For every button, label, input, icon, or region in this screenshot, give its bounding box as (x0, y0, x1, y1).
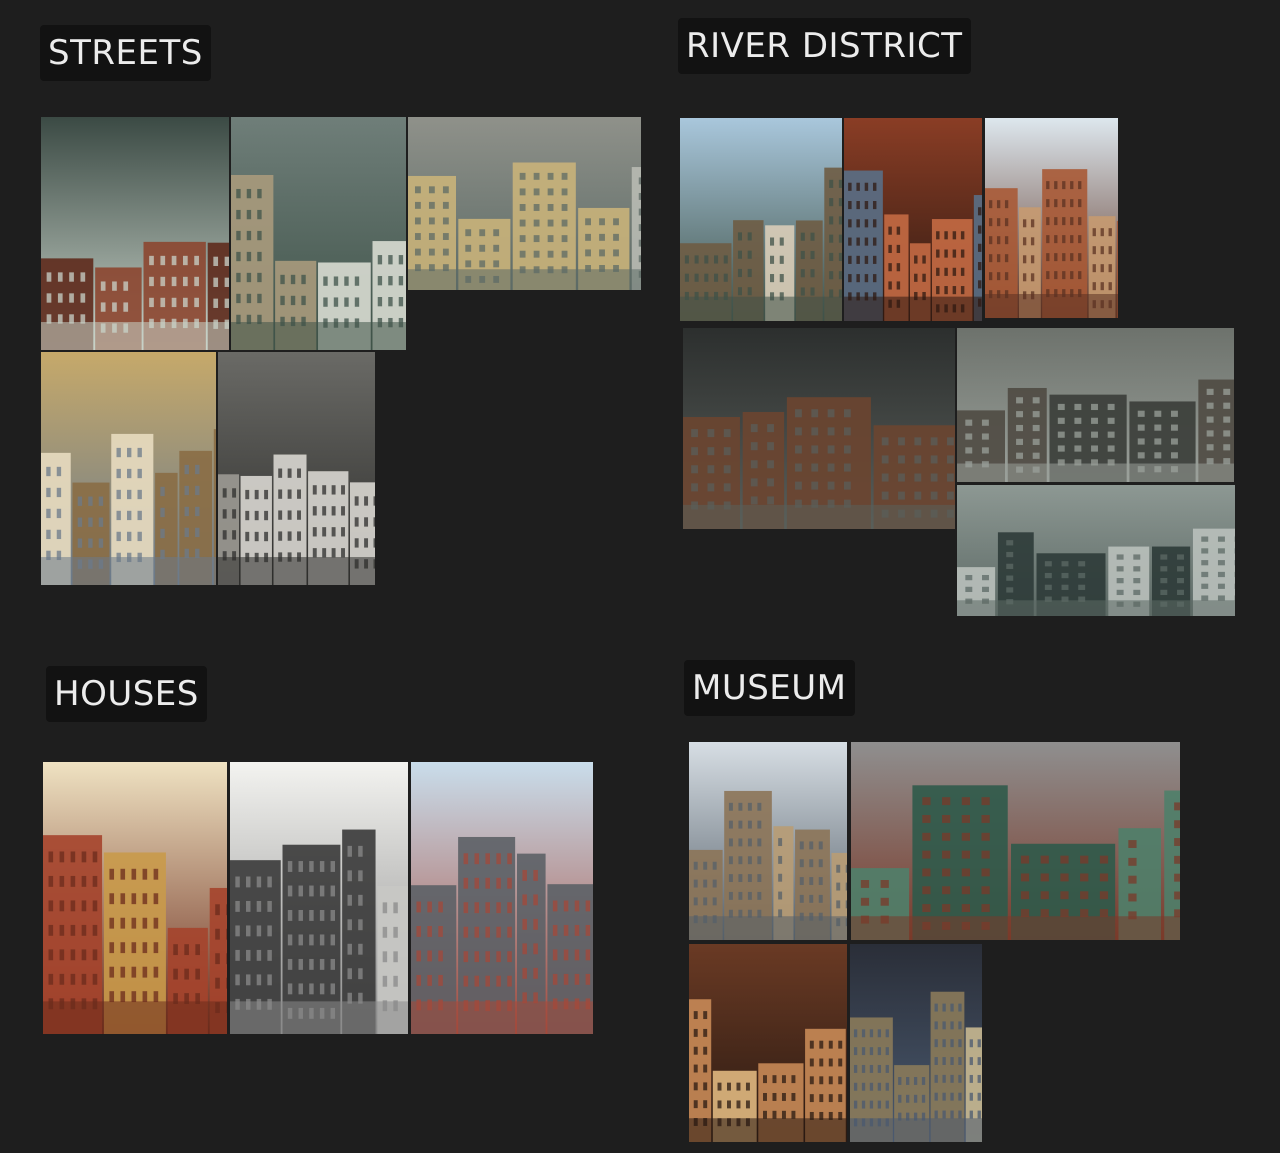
red-brick-canal-reflection-photo-icon (844, 118, 982, 321)
seine-riverside-buildings-photo-icon (680, 118, 842, 321)
tram-bridge-street-painting-icon (408, 117, 641, 290)
river-district-image-1[interactable] (680, 118, 842, 321)
streets-image-1[interactable] (41, 117, 229, 350)
parisian-corner-building-painting-icon (231, 117, 406, 350)
museum-image-2[interactable] (851, 742, 1180, 940)
section-title-museum[interactable]: MUSEUM (684, 660, 855, 716)
river-district-image-2[interactable] (844, 118, 982, 321)
section-title-river-district[interactable]: RIVER DISTRICT (678, 18, 971, 74)
industrial-canal-smokestack-render-icon (957, 328, 1234, 482)
streets-image-3[interactable] (408, 117, 641, 290)
natural-history-hall-interior-photo-icon (689, 944, 847, 1142)
ruined-brick-tower-photo-icon (985, 118, 1118, 318)
museum-image-3[interactable] (689, 944, 847, 1142)
orsay-museum-riverside-photo-icon (689, 742, 847, 940)
river-district-image-4[interactable] (683, 328, 955, 529)
houses-image-1[interactable] (43, 762, 227, 1034)
streets-image-2[interactable] (231, 117, 406, 350)
section-title-houses[interactable]: HOUSES (46, 666, 207, 722)
streets-image-4[interactable] (41, 352, 216, 585)
brick-mansard-facade-photo-icon (411, 762, 593, 1034)
ink-house-plan-engraving-icon (230, 762, 408, 1034)
museum-image-4[interactable] (850, 944, 982, 1142)
vintage-street-photo-with-cars-icon (218, 352, 375, 585)
gothic-canal-street-painting-icon (41, 117, 229, 350)
brick-townhouse-elevation-drawing-icon (43, 762, 227, 1034)
green-domed-museum-model-icon (851, 742, 1180, 940)
museum-image-1[interactable] (689, 742, 847, 940)
houses-image-3[interactable] (411, 762, 593, 1034)
moodboard-canvas[interactable]: STREETS RIVER DISTRICT HOUSES MUSEUM (0, 0, 1280, 1153)
river-district-image-3[interactable] (985, 118, 1118, 318)
streets-image-5[interactable] (218, 352, 375, 585)
section-title-streets[interactable]: STREETS (40, 25, 211, 81)
river-district-image-5[interactable] (957, 328, 1234, 482)
river-district-image-6[interactable] (957, 485, 1235, 616)
foggy-terraced-street-render-icon (957, 485, 1235, 616)
aerial-city-blocks-illustration-icon (41, 352, 216, 585)
grand-station-hall-interior-photo-icon (850, 944, 982, 1142)
houses-image-2[interactable] (230, 762, 408, 1034)
abandoned-brick-factory-yard-render-icon (683, 328, 955, 529)
